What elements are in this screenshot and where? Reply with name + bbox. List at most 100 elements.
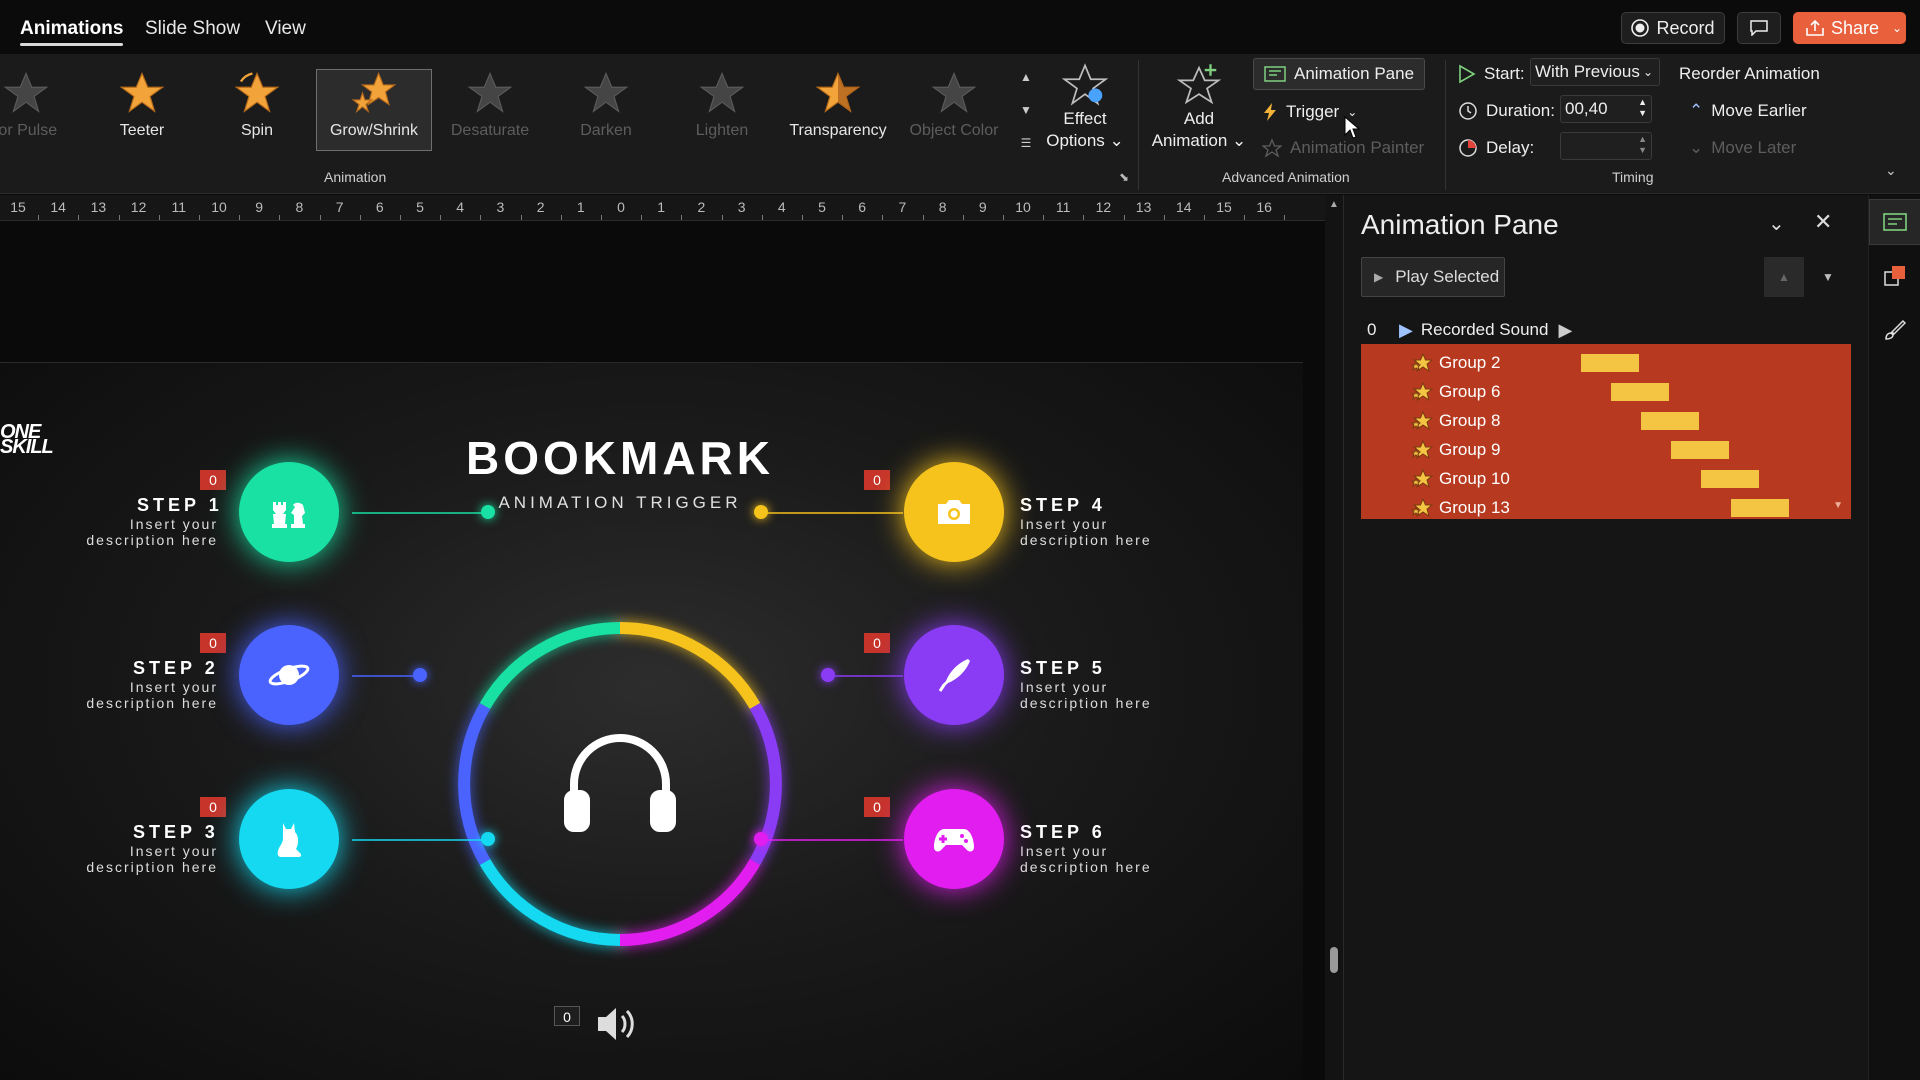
- step-description[interactable]: Insert your description here: [1020, 843, 1200, 875]
- menu-bar: Animations Slide Show View Record Share …: [0, 0, 1920, 54]
- trigger-badge[interactable]: 0: [200, 470, 226, 490]
- effect-options-line2: Options ⌄: [1046, 131, 1124, 150]
- timeline-bar[interactable]: [1611, 383, 1669, 401]
- duration-input[interactable]: 00,40 ▲ ▼: [1560, 95, 1652, 123]
- delay-input[interactable]: ▲ ▼: [1560, 132, 1652, 160]
- chevron-down-icon[interactable]: ⌄: [1768, 211, 1785, 236]
- timeline-bar[interactable]: [1581, 354, 1639, 372]
- step-title[interactable]: STEP 5: [1020, 658, 1106, 679]
- anim-object-color[interactable]: Object Color: [896, 70, 1012, 150]
- step-4-circle[interactable]: [904, 462, 1004, 562]
- anim-transparency[interactable]: Transparency: [780, 70, 896, 150]
- slide-title[interactable]: BOOKMARK: [460, 431, 780, 485]
- step-3-circle[interactable]: [239, 789, 339, 889]
- scroll-up-icon[interactable]: ▲: [1329, 199, 1339, 210]
- trigger-badge[interactable]: 0: [864, 797, 890, 817]
- animation-item-row[interactable]: Group 9: [1361, 435, 1851, 464]
- anim-grow-shrink[interactable]: Grow/Shrink: [316, 69, 432, 151]
- share-button[interactable]: Share ⌄: [1793, 12, 1906, 44]
- timeline-bar[interactable]: [1641, 412, 1699, 430]
- gallery-scroll[interactable]: ▲ ▼ ☰: [1016, 70, 1036, 150]
- timeline-bar[interactable]: [1701, 470, 1759, 488]
- animation-item-name: Group 8: [1439, 410, 1501, 430]
- chevron-up-icon[interactable]: ▲: [1020, 70, 1032, 84]
- step-description[interactable]: Insert your description here: [1020, 516, 1200, 548]
- add-animation-button[interactable]: Add Animation ⌄: [1146, 62, 1252, 152]
- step-1-circle[interactable]: [239, 462, 339, 562]
- logo: ONE SKILL: [0, 422, 54, 457]
- tab-view[interactable]: View: [265, 18, 306, 40]
- step-2-circle[interactable]: [239, 625, 339, 725]
- trigger-button[interactable]: Trigger ⌄: [1262, 102, 1357, 122]
- anim-lighten[interactable]: Lighten: [664, 70, 780, 150]
- play-selected-button[interactable]: ▶ Play Selected: [1361, 257, 1505, 297]
- anim-spin[interactable]: Spin: [199, 70, 315, 150]
- spinner-icon[interactable]: ▲ ▼: [1638, 134, 1647, 156]
- anim-desaturate[interactable]: Desaturate: [432, 70, 548, 150]
- move-later-button[interactable]: ⌄ Move Later: [1689, 138, 1796, 158]
- animation-item-row[interactable]: Group 6: [1361, 377, 1851, 406]
- step-description[interactable]: Insert your description here: [1020, 679, 1200, 711]
- anim-darken[interactable]: Darken: [548, 70, 664, 150]
- animation-item-row[interactable]: Group 13: [1361, 493, 1851, 522]
- step-description[interactable]: Insert your description here: [38, 516, 218, 548]
- animation-pane-button[interactable]: Animation Pane: [1253, 58, 1426, 90]
- step-5-circle[interactable]: [904, 625, 1004, 725]
- comments-button[interactable]: [1737, 12, 1781, 44]
- comment-icon: [1750, 20, 1768, 36]
- step-description[interactable]: Insert your description here: [38, 679, 218, 711]
- step-description[interactable]: Insert your description here: [38, 843, 218, 875]
- anim-label: lor Pulse: [0, 122, 58, 139]
- move-earlier-button[interactable]: ⌃ Move Earlier: [1689, 101, 1807, 121]
- spinner-icon[interactable]: ▲ ▼: [1638, 97, 1647, 119]
- trigger-badge[interactable]: 0: [864, 470, 890, 490]
- start-select[interactable]: With Previous ⌄: [1530, 58, 1660, 86]
- recorded-sound-row[interactable]: 0 ▶ Recorded Sound ▶: [1361, 316, 1850, 344]
- format-pane-toggle[interactable]: [1869, 307, 1920, 353]
- step-6-circle[interactable]: [904, 789, 1004, 889]
- step-title[interactable]: STEP 6: [1020, 822, 1106, 843]
- timeline-bar[interactable]: [1731, 499, 1789, 517]
- vertical-scrollbar[interactable]: ▲: [1325, 195, 1343, 1080]
- dialog-launcher-icon[interactable]: ⬊: [1119, 170, 1129, 184]
- speaker-icon[interactable]: [594, 1003, 640, 1045]
- animation-pane-toggle[interactable]: [1869, 199, 1920, 245]
- ring-graphic[interactable]: [444, 608, 796, 960]
- animation-list: Group 2 Group 6 Group 8 Group 9 Group 10 Grou…: [1361, 344, 1851, 519]
- ruler-tick: [1123, 215, 1125, 220]
- animation-item-row[interactable]: Group 10: [1361, 464, 1851, 493]
- step-title[interactable]: STEP 3: [133, 822, 219, 843]
- anim-color-pulse[interactable]: lor Pulse: [0, 70, 84, 150]
- expand-arrow-icon[interactable]: ▶: [1558, 320, 1572, 341]
- close-icon[interactable]: ✕: [1814, 209, 1832, 235]
- record-button[interactable]: Record: [1621, 12, 1725, 44]
- trigger-badge[interactable]: 0: [864, 633, 890, 653]
- effect-options-button[interactable]: Effect Options ⌄: [1040, 62, 1130, 152]
- gallery-more-icon[interactable]: ☰: [1021, 136, 1032, 150]
- chevron-down-icon[interactable]: ▼: [1833, 500, 1843, 511]
- step-title[interactable]: STEP 4: [1020, 495, 1106, 516]
- trigger-badge[interactable]: 0: [200, 797, 226, 817]
- slide-canvas[interactable]: ONE SKILL BOOKMARK ANIMATION TRIGGER 0 S…: [0, 362, 1303, 1080]
- trigger-badge[interactable]: 0: [200, 633, 226, 653]
- ruler-number: 11: [171, 199, 187, 215]
- timeline-bar[interactable]: [1671, 441, 1729, 459]
- move-up-button[interactable]: ▲: [1764, 257, 1804, 297]
- move-down-button[interactable]: ▼: [1808, 257, 1848, 297]
- animation-item-row[interactable]: Group 2: [1361, 348, 1851, 377]
- planet-icon: [268, 664, 310, 686]
- ruler-number: 6: [375, 199, 384, 215]
- tab-animations[interactable]: Animations: [20, 18, 124, 46]
- slide-subtitle[interactable]: ANIMATION TRIGGER: [460, 493, 780, 513]
- anim-teeter[interactable]: Teeter: [84, 70, 200, 150]
- step-title[interactable]: STEP 1: [137, 495, 223, 516]
- tab-slide-show[interactable]: Slide Show: [145, 18, 240, 40]
- animation-painter-button[interactable]: Animation Painter: [1262, 138, 1424, 158]
- animation-item-row[interactable]: Group 8: [1361, 406, 1851, 435]
- selection-pane-toggle[interactable]: [1869, 253, 1920, 299]
- scroll-thumb[interactable]: [1330, 947, 1338, 973]
- sound-trigger-badge[interactable]: 0: [554, 1006, 580, 1026]
- ribbon-collapse-icon[interactable]: ⌄: [1885, 162, 1897, 179]
- step-title[interactable]: STEP 2: [133, 658, 219, 679]
- chevron-down-icon[interactable]: ▼: [1020, 103, 1032, 117]
